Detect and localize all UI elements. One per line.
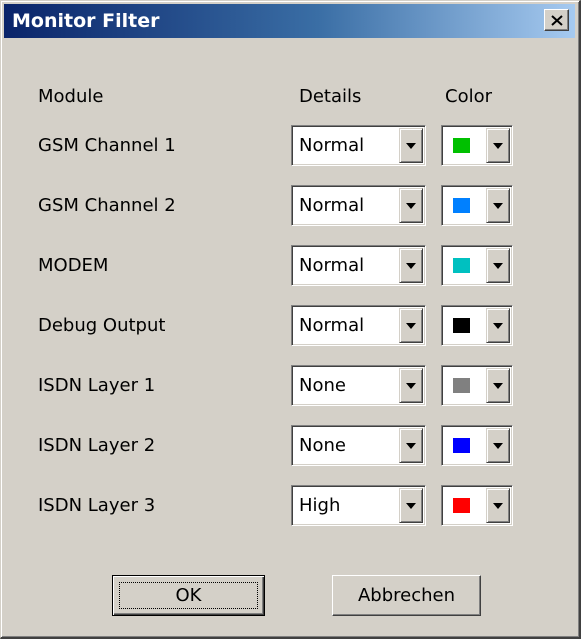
details-value: None [299,435,346,456]
color-select-debug-output[interactable] [441,305,513,346]
details-select-modem[interactable]: Normal [291,245,426,286]
color-dropdown-button[interactable] [486,188,510,223]
chevron-down-icon [493,262,503,269]
chevron-down-icon [406,502,416,509]
close-icon [550,14,563,26]
chevron-down-icon [493,322,503,329]
color-dropdown-button[interactable] [486,428,510,463]
chevron-down-icon [493,502,503,509]
monitor-filter-dialog: Monitor Filter Module Details Color GSM … [0,0,581,639]
details-select-gsm-channel-1[interactable]: Normal [291,125,426,166]
module-label: MODEM [38,255,109,276]
header-module: Module [38,86,104,107]
color-swatch [453,138,470,153]
color-swatch [453,318,470,333]
module-label: ISDN Layer 3 [38,495,156,516]
chevron-down-icon [406,322,416,329]
color-swatch [453,198,470,213]
module-label: GSM Channel 2 [38,195,176,216]
details-value: None [299,375,346,396]
color-dropdown-button[interactable] [486,368,510,403]
module-label: ISDN Layer 2 [38,435,156,456]
color-swatch [453,378,470,393]
color-swatch [453,438,470,453]
header-color: Color [445,86,492,107]
details-dropdown-button[interactable] [399,248,423,283]
details-select-isdn-layer-2[interactable]: None [291,425,426,466]
chevron-down-icon [493,382,503,389]
window-title: Monitor Filter [12,10,160,32]
color-swatch [453,258,470,273]
details-select-gsm-channel-2[interactable]: Normal [291,185,426,226]
chevron-down-icon [406,262,416,269]
title-bar[interactable]: Monitor Filter [4,4,575,38]
color-select-isdn-layer-1[interactable] [441,365,513,406]
details-dropdown-button[interactable] [399,188,423,223]
module-label: ISDN Layer 1 [38,375,156,396]
details-value: High [299,495,341,516]
details-value: Normal [299,255,365,276]
chevron-down-icon [406,442,416,449]
chevron-down-icon [406,142,416,149]
ok-button-label: OK [175,585,202,606]
chevron-down-icon [493,142,503,149]
cancel-button[interactable]: Abbrechen [332,575,481,616]
cancel-button-label: Abbrechen [357,585,456,606]
details-dropdown-button[interactable] [399,428,423,463]
chevron-down-icon [406,202,416,209]
color-select-isdn-layer-2[interactable] [441,425,513,466]
color-swatch [453,498,470,513]
close-button[interactable] [544,9,569,31]
color-dropdown-button[interactable] [486,308,510,343]
chevron-down-icon [493,202,503,209]
color-dropdown-button[interactable] [486,248,510,283]
color-dropdown-button[interactable] [486,488,510,523]
details-value: Normal [299,195,365,216]
details-select-isdn-layer-1[interactable]: None [291,365,426,406]
details-select-debug-output[interactable]: Normal [291,305,426,346]
header-details: Details [299,86,362,107]
color-select-gsm-channel-1[interactable] [441,125,513,166]
chevron-down-icon [493,442,503,449]
details-select-isdn-layer-3[interactable]: High [291,485,426,526]
module-label: Debug Output [38,315,166,336]
color-select-isdn-layer-3[interactable] [441,485,513,526]
details-dropdown-button[interactable] [399,128,423,163]
details-dropdown-button[interactable] [399,488,423,523]
ok-button[interactable]: OK [112,575,265,616]
details-value: Normal [299,135,365,156]
color-dropdown-button[interactable] [486,128,510,163]
details-value: Normal [299,315,365,336]
color-select-modem[interactable] [441,245,513,286]
module-label: GSM Channel 1 [38,135,176,156]
details-dropdown-button[interactable] [399,308,423,343]
color-select-gsm-channel-2[interactable] [441,185,513,226]
details-dropdown-button[interactable] [399,368,423,403]
chevron-down-icon [406,382,416,389]
